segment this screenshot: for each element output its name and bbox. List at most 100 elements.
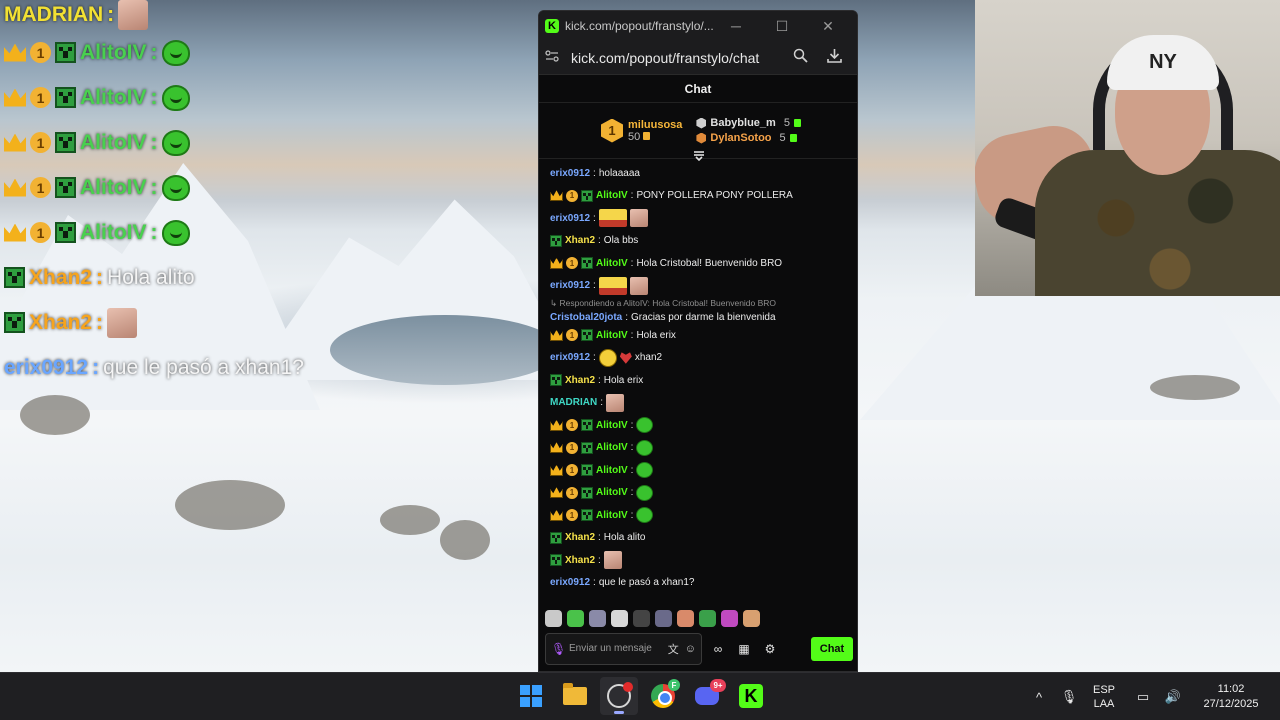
chat-message[interactable]: Xhan2: bbox=[550, 549, 851, 572]
show-hidden-icons-chevron-icon[interactable]: ^ bbox=[1024, 690, 1054, 705]
chat-message[interactable]: erix0912: bbox=[550, 207, 851, 230]
language-indicator[interactable]: ESP LAA bbox=[1084, 683, 1124, 711]
url-text[interactable]: kick.com/popout/franstylo/chat bbox=[571, 50, 783, 66]
site-info-icon[interactable] bbox=[545, 50, 571, 65]
gifter-item[interactable]: Babyblue_m 5 bbox=[696, 117, 801, 129]
chat-message[interactable]: 1 AlitoIV: bbox=[550, 482, 851, 505]
chat-message[interactable]: 1 AlitoIV: bbox=[550, 459, 851, 482]
quick-emote-icon[interactable] bbox=[721, 609, 738, 627]
overlay-chat-row: 1 AlitoIV: bbox=[4, 120, 534, 165]
quick-emote-icon[interactable] bbox=[699, 609, 716, 627]
discord-button[interactable]: 9+ bbox=[688, 677, 726, 715]
chat-username[interactable]: AlitoIV bbox=[596, 257, 628, 270]
chat-username[interactable]: erix0912 bbox=[550, 279, 590, 292]
chat-message[interactable]: erix0912: bbox=[550, 275, 851, 298]
overlay-username: AlitoIV bbox=[80, 130, 147, 154]
kick-button[interactable]: K bbox=[732, 677, 770, 715]
chat-username[interactable]: erix0912 bbox=[550, 167, 590, 180]
rock bbox=[175, 480, 285, 530]
quick-emote-icon[interactable] bbox=[633, 609, 650, 627]
chat-username[interactable]: Xhan2 bbox=[565, 374, 595, 387]
face-emote-icon bbox=[629, 209, 648, 228]
chat-username[interactable]: AlitoIV bbox=[596, 419, 628, 432]
chat-username[interactable]: Xhan2 bbox=[565, 531, 595, 544]
close-icon[interactable]: ✕ bbox=[805, 18, 851, 35]
chat-message[interactable]: Xhan2: Ola bbs bbox=[550, 230, 851, 253]
chat-message[interactable]: Xhan2: Hola alito bbox=[550, 527, 851, 550]
collapse-chevron-icon[interactable] bbox=[693, 151, 705, 164]
chat-username[interactable]: AlitoIV bbox=[596, 441, 628, 454]
emoji-icon[interactable]: ☺ bbox=[685, 643, 696, 655]
chat-username[interactable]: AlitoIV bbox=[596, 486, 628, 499]
recording-dot-icon bbox=[623, 682, 633, 692]
chat-message[interactable]: 1 AlitoIV: bbox=[550, 504, 851, 527]
chat-message[interactable]: 1 AlitoIV: PONY POLLERA PONY POLLERA bbox=[550, 185, 851, 208]
quick-emote-icon[interactable] bbox=[567, 609, 584, 627]
quick-emote-icon[interactable] bbox=[589, 609, 606, 627]
obs-button[interactable] bbox=[600, 677, 638, 715]
minimize-icon[interactable]: ─ bbox=[713, 18, 759, 34]
chat-message-reply[interactable]: ↳ Respondiendo a AlitoIV: Hola Cristobal… bbox=[550, 297, 851, 324]
chat-message[interactable]: 1 AlitoIV: Hola Cristobal! Buenvenido BRO bbox=[550, 252, 851, 275]
chat-message[interactable]: erix0912: holaaaaa bbox=[550, 162, 851, 185]
channel-points-icon[interactable]: ∞ bbox=[708, 642, 728, 656]
start-button[interactable] bbox=[512, 677, 550, 715]
kick-icon: K bbox=[739, 684, 763, 708]
translate-icon[interactable]: 文 bbox=[668, 641, 679, 657]
chat-username[interactable]: Xhan2 bbox=[565, 234, 595, 247]
taskbar: F 9+ K ^ 🎙 ESP LAA ▭ 🔊 11:02 27/12/2025 bbox=[0, 672, 1280, 720]
overlay-username: Xhan2 bbox=[29, 310, 93, 334]
voice-icon[interactable]: 🎙 bbox=[551, 642, 566, 656]
chat-message[interactable]: 1 AlitoIV: bbox=[550, 414, 851, 437]
message-input[interactable]: 🎙 Enviar un mensaje 文 ☺ bbox=[545, 633, 702, 665]
chat-message[interactable]: 1 AlitoIV: Hola erix bbox=[550, 324, 851, 347]
gifter-item[interactable]: DylanSotoo 5 bbox=[696, 132, 801, 144]
blob-emote-icon bbox=[161, 39, 190, 66]
chat-username[interactable]: AlitoIV bbox=[596, 189, 628, 202]
overlay-username: erix0912 bbox=[4, 355, 89, 379]
crown-badge-icon bbox=[550, 329, 563, 341]
zoom-icon[interactable] bbox=[783, 48, 817, 68]
chat-username[interactable]: AlitoIV bbox=[596, 509, 628, 522]
file-explorer-button[interactable] bbox=[556, 677, 594, 715]
creeper-badge-icon bbox=[581, 257, 593, 270]
chat-colon: : bbox=[630, 487, 634, 499]
chat-message[interactable]: MADRIAN: bbox=[550, 392, 851, 415]
creeper-badge-icon bbox=[581, 189, 593, 202]
chat-message[interactable]: erix0912: que le pasó a xhan1? bbox=[550, 572, 851, 595]
overlay-username: Xhan2 bbox=[29, 265, 93, 289]
chat-username[interactable]: erix0912 bbox=[550, 212, 590, 225]
chat-username[interactable]: Cristobal20jota bbox=[550, 311, 622, 324]
chat-username[interactable]: MADRIAN bbox=[550, 396, 597, 409]
creeper-badge-icon bbox=[55, 222, 76, 243]
top-gifter[interactable]: 1 miluusosa 50 bbox=[601, 118, 682, 143]
creeper-badge-icon bbox=[581, 329, 593, 342]
maximize-icon[interactable]: ☐ bbox=[759, 18, 805, 35]
quick-emote-icon[interactable] bbox=[743, 609, 760, 627]
chat-message[interactable]: 1 AlitoIV: bbox=[550, 437, 851, 460]
settings-gear-icon[interactable]: ⚙ bbox=[760, 642, 780, 656]
chat-username[interactable]: erix0912 bbox=[550, 576, 590, 589]
overlay-username: AlitoIV bbox=[80, 85, 147, 109]
chat-username[interactable]: erix0912 bbox=[550, 351, 590, 364]
chat-username[interactable]: AlitoIV bbox=[596, 329, 628, 342]
volume-icon[interactable]: 🔊 bbox=[1158, 689, 1188, 705]
network-icon[interactable]: ▭ bbox=[1128, 689, 1158, 705]
microphone-icon[interactable]: 🎙 bbox=[1054, 689, 1084, 705]
creeper-badge-icon bbox=[4, 312, 25, 333]
send-chat-button[interactable]: Chat bbox=[811, 637, 853, 661]
quick-emote-icon[interactable] bbox=[655, 609, 672, 627]
download-icon[interactable] bbox=[817, 48, 851, 68]
overlay-separator: : bbox=[92, 355, 100, 379]
chat-message[interactable]: Xhan2: Hola erix bbox=[550, 369, 851, 392]
quick-emote-icon[interactable] bbox=[611, 609, 628, 627]
chat-message-text: holaaaaa bbox=[598, 167, 640, 179]
store-icon[interactable]: ▦ bbox=[734, 642, 754, 656]
quick-emote-icon[interactable] bbox=[677, 609, 694, 627]
chrome-button[interactable]: F bbox=[644, 677, 682, 715]
chat-username[interactable]: Xhan2 bbox=[565, 554, 595, 567]
chat-username[interactable]: AlitoIV bbox=[596, 464, 628, 477]
chat-message[interactable]: erix0912: xhan2 bbox=[550, 347, 851, 370]
clock[interactable]: 11:02 27/12/2025 bbox=[1188, 682, 1274, 712]
quick-emote-icon[interactable] bbox=[545, 609, 562, 627]
